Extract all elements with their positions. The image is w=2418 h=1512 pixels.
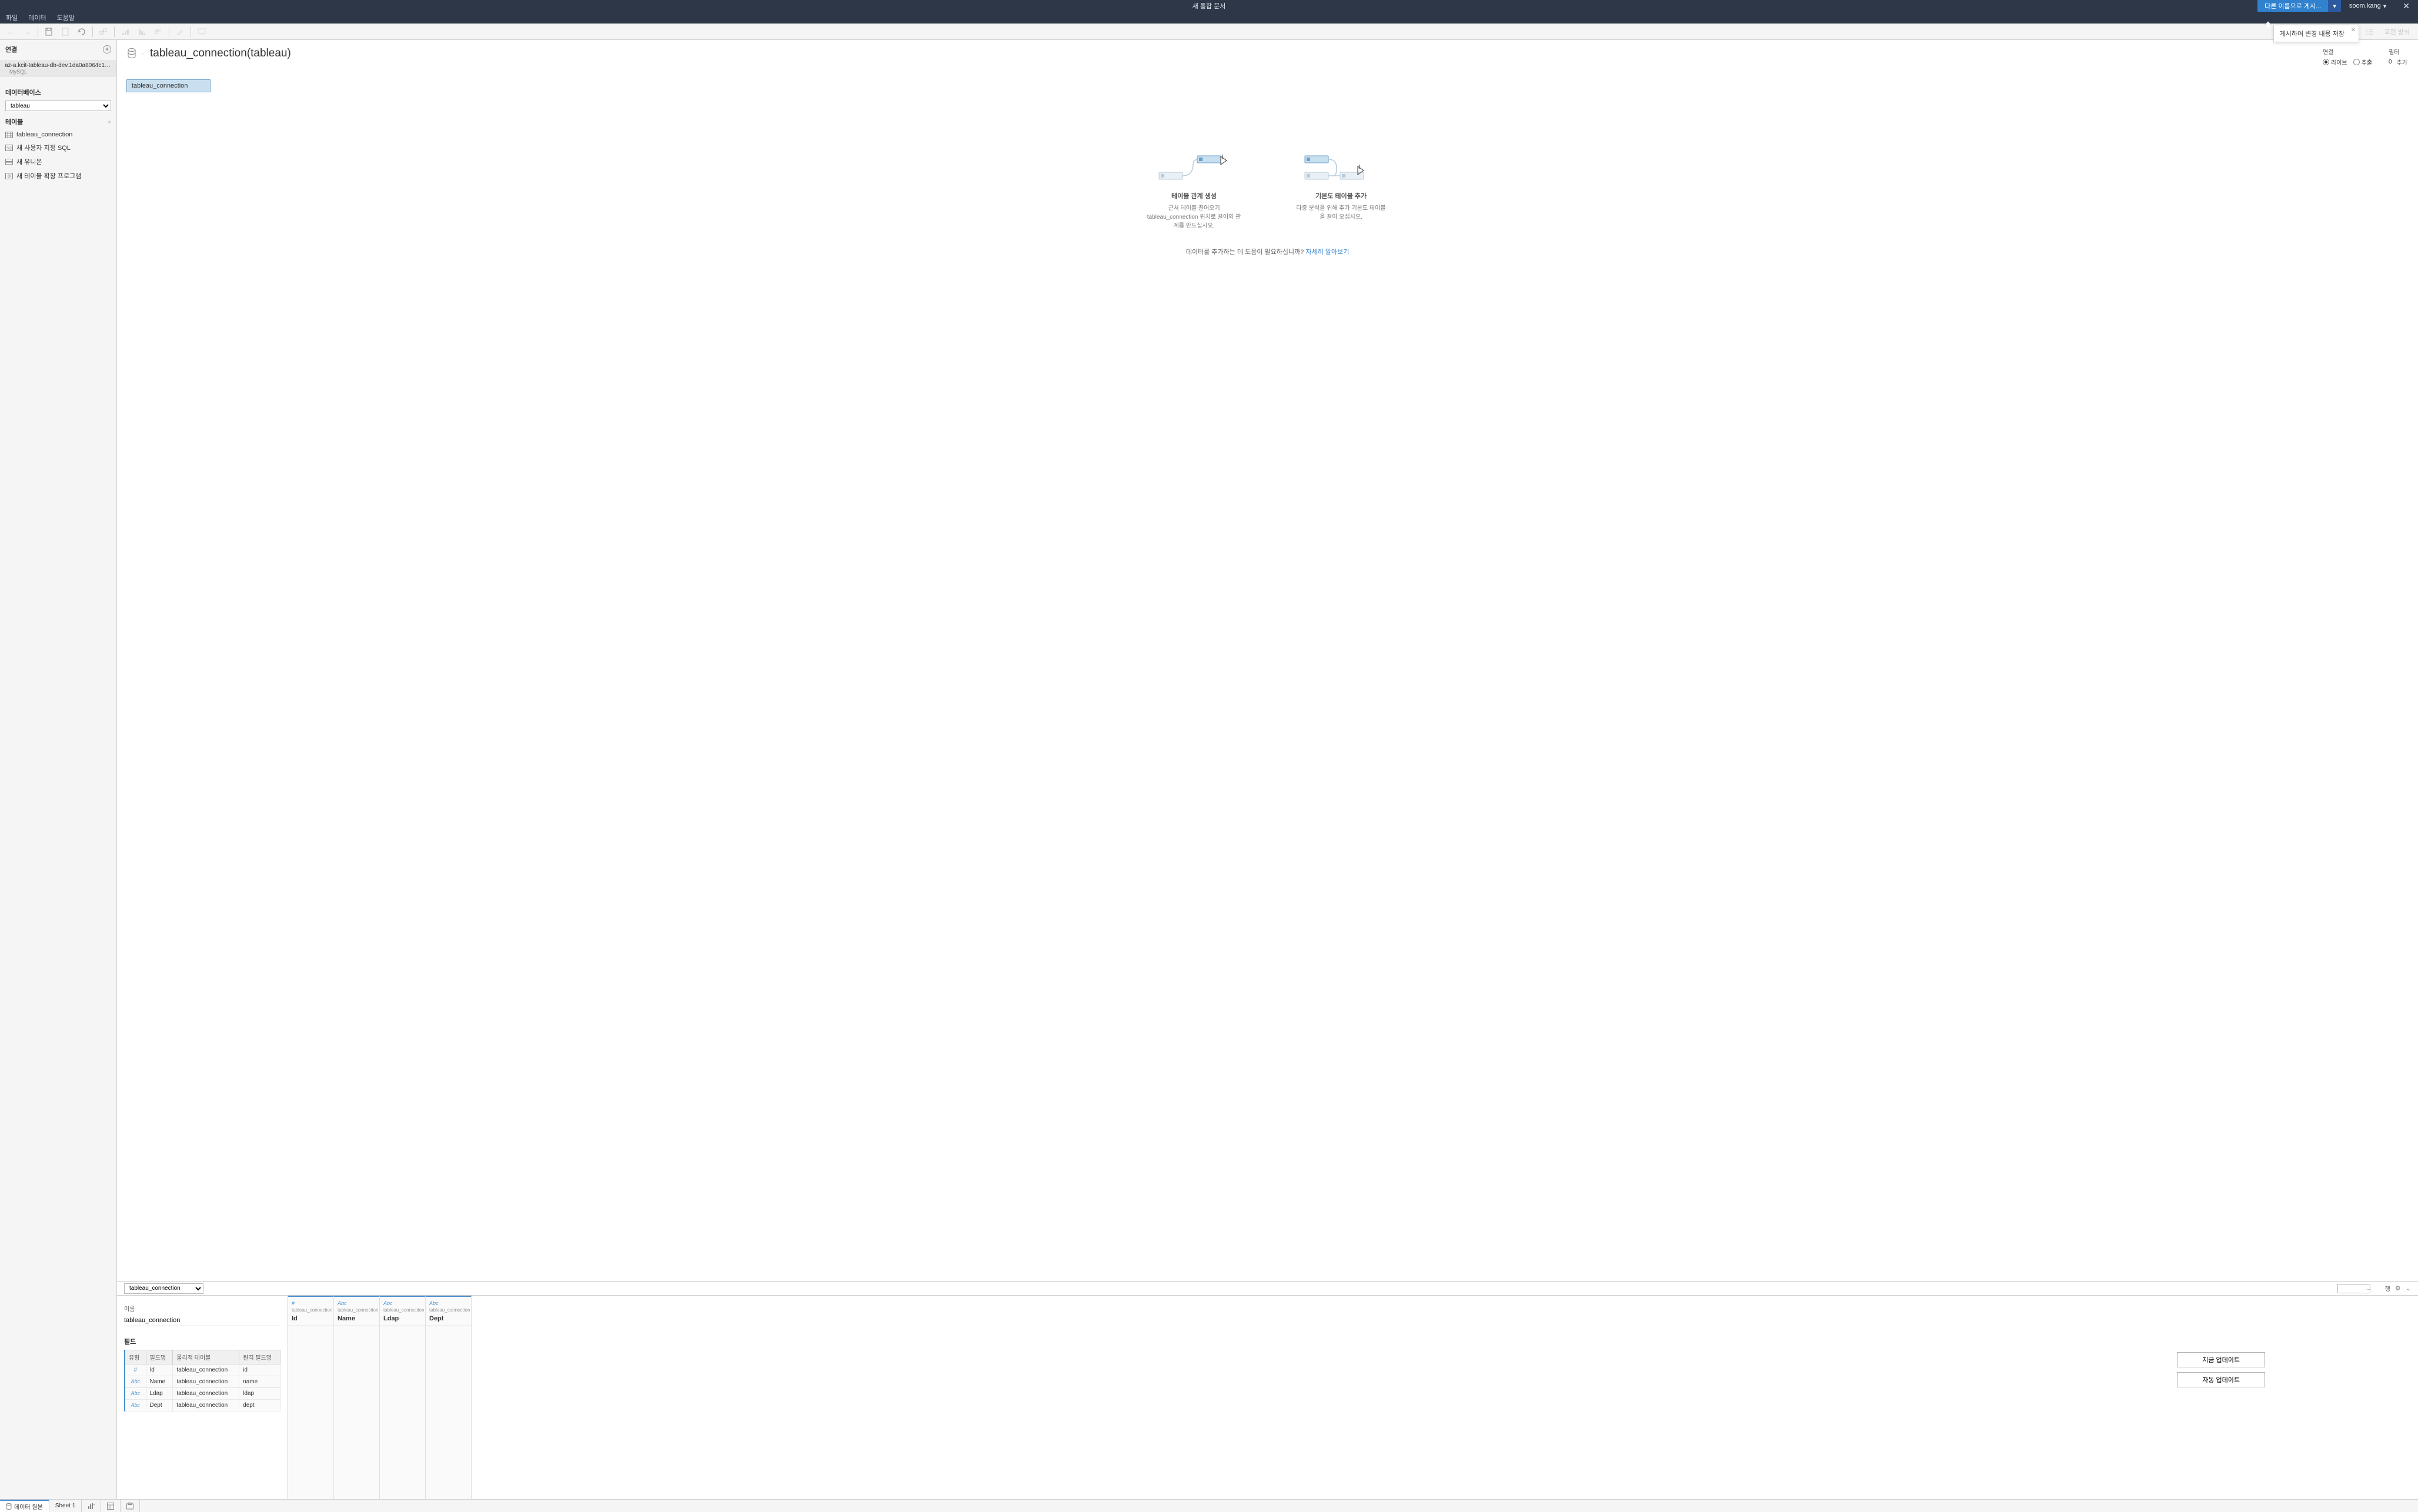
fields-table: 유형 필드명 물리적 테이블 원격 필드명 # Id tableau_conne… <box>124 1350 280 1411</box>
search-icon[interactable]: ⌕ <box>108 119 111 125</box>
database-select[interactable]: tableau <box>5 101 111 111</box>
datasource-title[interactable]: tableau_connection(tableau) <box>150 47 291 60</box>
add-connection-icon[interactable]: + <box>103 45 111 53</box>
radio-icon <box>2353 59 2360 65</box>
presentation-icon[interactable] <box>195 25 209 38</box>
update-now-button[interactable]: 지금 업데이트 <box>2177 1352 2265 1367</box>
user-menu[interactable]: soom.kang ▾ <box>2341 2 2394 10</box>
tab-data-source[interactable]: 데이터 원본 <box>0 1500 49 1512</box>
menu-bar: 파일 데이터 도움말 <box>0 12 2418 24</box>
sort-icon[interactable] <box>151 25 165 38</box>
datasource-tab-icon <box>6 1503 12 1510</box>
gear-icon[interactable]: ⚙ <box>2395 1284 2401 1292</box>
new-worksheet-icon: + <box>88 1503 95 1510</box>
menu-data[interactable]: 데이터 <box>28 13 46 22</box>
svg-text:+: + <box>93 1503 95 1507</box>
format-button[interactable]: 표현 방식 <box>2379 27 2414 36</box>
sort-desc-icon[interactable] <box>135 25 149 38</box>
canvas-area: · tableau_connection(tableau) 연결 라이브 추출 <box>117 40 2418 1499</box>
table-row[interactable]: # Id tableau_connection id <box>125 1364 280 1376</box>
table-item[interactable]: tableau_connection <box>0 129 116 141</box>
rows-label: 행 <box>2385 1284 2390 1293</box>
new-worksheet-button[interactable]: + <box>82 1500 101 1512</box>
refresh-icon[interactable] <box>75 25 89 38</box>
union-icon <box>5 159 13 165</box>
filter-add-button[interactable]: 추가 <box>2397 58 2407 66</box>
col-field-name[interactable]: 필드명 <box>146 1350 173 1364</box>
table-item-union[interactable]: 새 유니온 <box>0 155 116 169</box>
fields-header: 필드 <box>124 1337 280 1346</box>
tab-sheet1[interactable]: Sheet 1 <box>49 1500 82 1512</box>
database-header: 데이터베이스 <box>5 88 41 97</box>
new-dashboard-icon <box>107 1503 114 1510</box>
table-item-extension[interactable]: 새 테이블 확장 프로그램 <box>0 169 116 183</box>
swap-icon[interactable] <box>96 25 111 38</box>
metadata-panel: ‹ 이름 필드 유형 필드명 물리적 테이블 원격 필드명 <box>117 1296 288 1499</box>
extension-icon <box>5 173 13 179</box>
data-preview: # tableau_connection Id Abc tableau_conn… <box>288 1296 2418 1499</box>
close-button[interactable]: ✕ <box>2394 1 2418 11</box>
col-remote-name[interactable]: 원격 필드명 <box>239 1350 280 1364</box>
new-dashboard-button[interactable] <box>101 1500 121 1512</box>
table-pill[interactable]: tableau_connection <box>126 79 211 92</box>
title-bar: 새 통합 문서 다른 이름으로 게시... ▾ soom.kang ▾ ✕ <box>0 0 2418 12</box>
publish-dropdown[interactable]: ▾ <box>2328 0 2341 12</box>
table-list: tableau_connection SQL 새 사용자 지정 SQL 새 유니… <box>0 129 116 1499</box>
preview-column[interactable]: # tableau_connection Id <box>288 1296 334 1499</box>
revert-icon[interactable] <box>58 25 72 38</box>
svg-text:SQL: SQL <box>6 147 13 150</box>
datasource-icon <box>128 48 136 59</box>
new-story-icon <box>126 1503 133 1510</box>
help-link[interactable]: 자세히 알아보기 <box>1305 249 1349 256</box>
filter-label: 필터 <box>2389 47 2407 56</box>
name-input[interactable] <box>124 1315 280 1326</box>
col-type[interactable]: 유형 <box>125 1350 146 1364</box>
window-title: 새 통합 문서 <box>1193 1 1226 11</box>
help-text: 데이터를 추가하는 데 도움이 필요하십니까? <box>1186 249 1306 256</box>
radio-extract[interactable]: 추출 <box>2353 58 2372 66</box>
auto-update-button[interactable]: 자동 업데이트 <box>2177 1372 2265 1387</box>
table-item-custom-sql[interactable]: SQL 새 사용자 지정 SQL <box>0 141 116 155</box>
connection-mode-label: 연결 <box>2323 47 2372 56</box>
menu-help[interactable]: 도움말 <box>57 13 75 22</box>
table-row[interactable]: Abc Ldap tableau_connection ldap <box>125 1388 280 1400</box>
preview-column[interactable]: Abc tableau_connection Dept <box>426 1296 472 1499</box>
tables-header: 테이블 <box>5 117 23 126</box>
col-physical-table[interactable]: 물리적 테이블 <box>173 1350 239 1364</box>
toolbar: ← → 표현 방식 게시하여 변경 내용 저 <box>0 24 2418 40</box>
filter-count: 0 <box>2389 59 2392 65</box>
connection-item[interactable]: az-a.kcit-tableau-db-dev.1da0a8064c18...… <box>0 60 116 77</box>
back-button[interactable]: ← <box>4 25 18 38</box>
sql-icon: SQL <box>5 145 13 151</box>
illustration-base-table: 기본도 테이블 추가 다중 분석을 위해 추가 기본도 테이블을 끌어 오십시오… <box>1294 153 1388 230</box>
save-icon[interactable] <box>42 25 56 38</box>
illustration-relate: 테이블 관계 생성 근처 테이블 끌어오기 tableau_connection… <box>1147 153 1241 230</box>
highlight-icon[interactable] <box>173 25 187 38</box>
menu-file[interactable]: 파일 <box>6 13 18 22</box>
preview-column[interactable]: Abc tableau_connection Name <box>334 1296 380 1499</box>
format-list-icon[interactable] <box>2363 25 2377 38</box>
new-story-button[interactable] <box>121 1500 140 1512</box>
rows-input[interactable] <box>2337 1284 2370 1293</box>
radio-icon <box>2323 59 2329 65</box>
publish-button[interactable]: 다른 이름으로 게시... <box>2257 0 2328 12</box>
preview-column[interactable]: Abc tableau_connection Ldap <box>380 1296 426 1499</box>
sort-asc-icon[interactable] <box>118 25 132 38</box>
table-grid-icon <box>5 132 13 138</box>
tooltip-close-icon[interactable]: ✕ <box>2351 27 2356 34</box>
sheet-tabs: 데이터 원본 Sheet 1 + <box>0 1499 2418 1512</box>
table-row[interactable]: Abc Dept tableau_connection dept <box>125 1400 280 1411</box>
data-grid-area: tableau_connection → 행 ⚙ ⌄ ‹ 이름 필드 <box>117 1282 2418 1499</box>
chevron-down-icon[interactable]: ⌄ <box>2406 1284 2411 1292</box>
table-row[interactable]: Abc Name tableau_connection name <box>125 1376 280 1388</box>
radio-live[interactable]: 라이브 <box>2323 58 2347 66</box>
relationship-canvas[interactable]: tableau_connection 테이블 관계 생성 근처 테이블 끌어오기… <box>117 71 2418 1282</box>
grid-table-select[interactable]: tableau_connection <box>124 1283 203 1294</box>
forward-button[interactable]: → <box>20 25 34 38</box>
name-label: 이름 <box>124 1304 280 1313</box>
connections-header: 연결 <box>5 45 17 54</box>
tooltip-publish: 게시하여 변경 내용 저장 ✕ <box>2273 25 2359 42</box>
sidebar: 연결 + az-a.kcit-tableau-db-dev.1da0a8064c… <box>0 40 117 1499</box>
chevron-down-icon: ▾ <box>2383 2 2387 10</box>
